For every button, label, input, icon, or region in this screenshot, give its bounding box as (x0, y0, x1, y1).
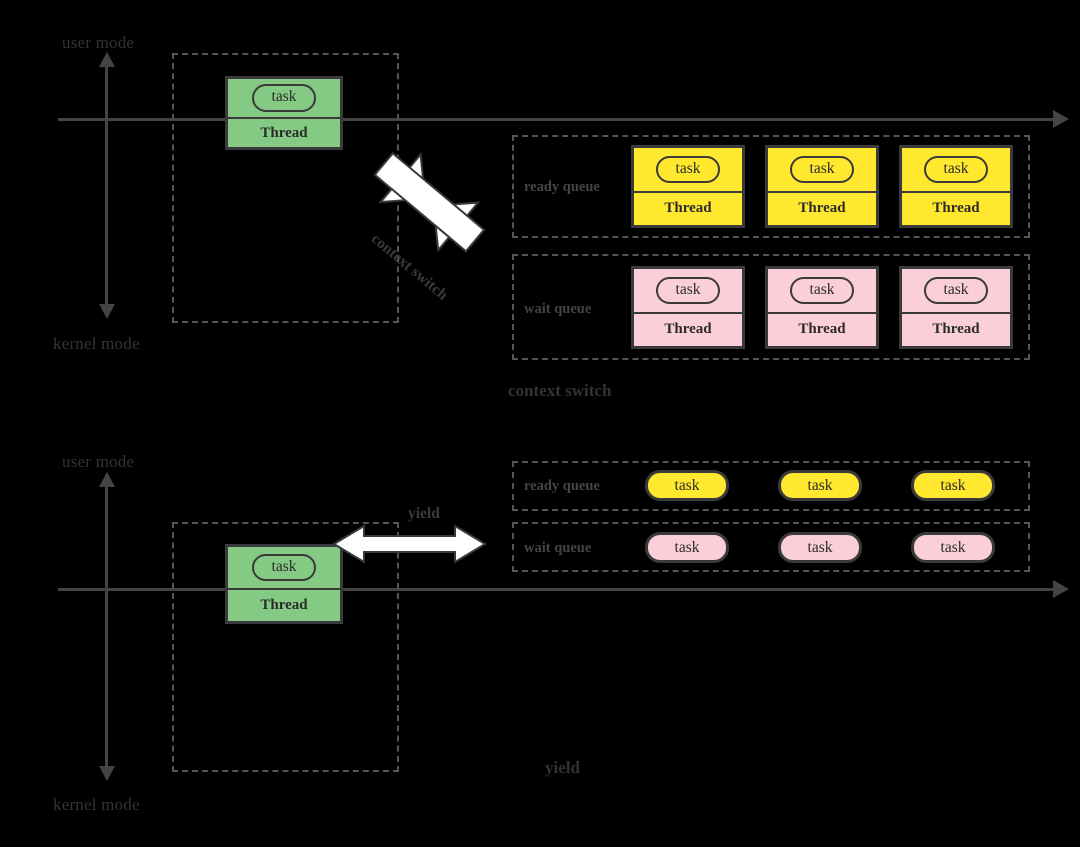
top-ready-thread-label-2: Thread (798, 200, 846, 217)
top-wait-thread-card-3[interactable]: task Thread (899, 266, 1013, 349)
top-wait-queue-label: wait queue (524, 301, 592, 317)
top-ready-thread-area-2: Thread (768, 193, 876, 225)
bottom-running-task-area: task (228, 547, 340, 591)
top-wait-task-pill-3[interactable]: task (923, 276, 989, 305)
bottom-wait-task-pill-2[interactable]: task (778, 532, 862, 563)
diagram-canvas: user mode kernel mode task Thread contex… (0, 0, 1080, 847)
top-user-mode-label: user mode (62, 33, 135, 52)
bottom-running-thread-label: Thread (260, 597, 308, 614)
bottom-kernel-mode-arrowhead-icon (99, 766, 115, 781)
top-wait-thread-area-3: Thread (902, 314, 1010, 346)
top-time-axis-arrowhead-icon (1053, 110, 1069, 128)
top-wait-task-area-1: task (634, 269, 742, 314)
top-ready-thread-area-1: Thread (634, 193, 742, 225)
top-wait-thread-label-3: Thread (932, 321, 980, 338)
top-wait-thread-area-1: Thread (634, 314, 742, 346)
top-wait-thread-label-2: Thread (798, 321, 846, 338)
top-wait-task-pill-1[interactable]: task (655, 276, 721, 305)
bottom-yield-arrow-label: yield (408, 505, 440, 522)
top-wait-thread-area-2: Thread (768, 314, 876, 346)
bottom-running-thread-card[interactable]: task Thread (225, 544, 343, 624)
bottom-ready-task-pill-1[interactable]: task (645, 470, 729, 501)
bottom-running-thread-area: Thread (228, 590, 340, 621)
top-ready-task-area-2: task (768, 148, 876, 193)
top-ready-task-area-1: task (634, 148, 742, 193)
top-axis-up-shaft (105, 64, 108, 121)
top-running-thread-label: Thread (260, 124, 308, 141)
bottom-kernel-mode-label: kernel mode (53, 795, 140, 814)
top-wait-thread-card-2[interactable]: task Thread (765, 266, 879, 349)
bottom-axis-up-shaft (105, 484, 108, 590)
top-kernel-mode-label: kernel mode (53, 334, 140, 353)
top-ready-task-pill-3[interactable]: task (923, 155, 989, 184)
top-ready-thread-card-1[interactable]: task Thread (631, 145, 745, 228)
top-ready-thread-label-3: Thread (932, 200, 980, 217)
top-ready-task-area-3: task (902, 148, 1010, 193)
top-wait-thread-card-1[interactable]: task Thread (631, 266, 745, 349)
top-running-thread-card[interactable]: task Thread (225, 76, 343, 150)
bottom-wait-task-pill-1[interactable]: task (645, 532, 729, 563)
top-kernel-mode-arrowhead-icon (99, 304, 115, 319)
top-ready-thread-card-2[interactable]: task Thread (765, 145, 879, 228)
top-panel-caption: context switch (508, 381, 612, 400)
top-running-task-area: task (228, 79, 340, 120)
bottom-ready-task-pill-2[interactable]: task (778, 470, 862, 501)
bottom-panel-caption: yield (545, 758, 580, 777)
bottom-time-axis-arrowhead-icon (1053, 580, 1069, 598)
bottom-running-task-pill[interactable]: task (251, 553, 317, 582)
bottom-wait-task-pill-3[interactable]: task (911, 532, 995, 563)
top-ready-thread-area-3: Thread (902, 193, 1010, 225)
bottom-yield-arrow-icon (332, 524, 487, 564)
bottom-ready-queue-label: ready queue (524, 478, 600, 494)
top-ready-task-pill-2[interactable]: task (789, 155, 855, 184)
top-wait-task-pill-2[interactable]: task (789, 276, 855, 305)
bottom-wait-queue-label: wait queue (524, 540, 592, 556)
top-wait-task-area-2: task (768, 269, 876, 314)
top-ready-thread-card-3[interactable]: task Thread (899, 145, 1013, 228)
top-wait-task-area-3: task (902, 269, 1010, 314)
top-ready-task-pill-1[interactable]: task (655, 155, 721, 184)
top-running-thread-area: Thread (228, 119, 340, 147)
top-running-task-pill[interactable]: task (251, 84, 317, 112)
bottom-ready-task-pill-3[interactable]: task (911, 470, 995, 501)
bottom-user-mode-label: user mode (62, 452, 135, 471)
top-ready-queue-label: ready queue (524, 179, 600, 195)
top-wait-thread-label-1: Thread (664, 321, 712, 338)
top-axis-down-shaft (105, 119, 108, 305)
top-ready-thread-label-1: Thread (664, 200, 712, 217)
bottom-axis-down-shaft (105, 589, 108, 767)
